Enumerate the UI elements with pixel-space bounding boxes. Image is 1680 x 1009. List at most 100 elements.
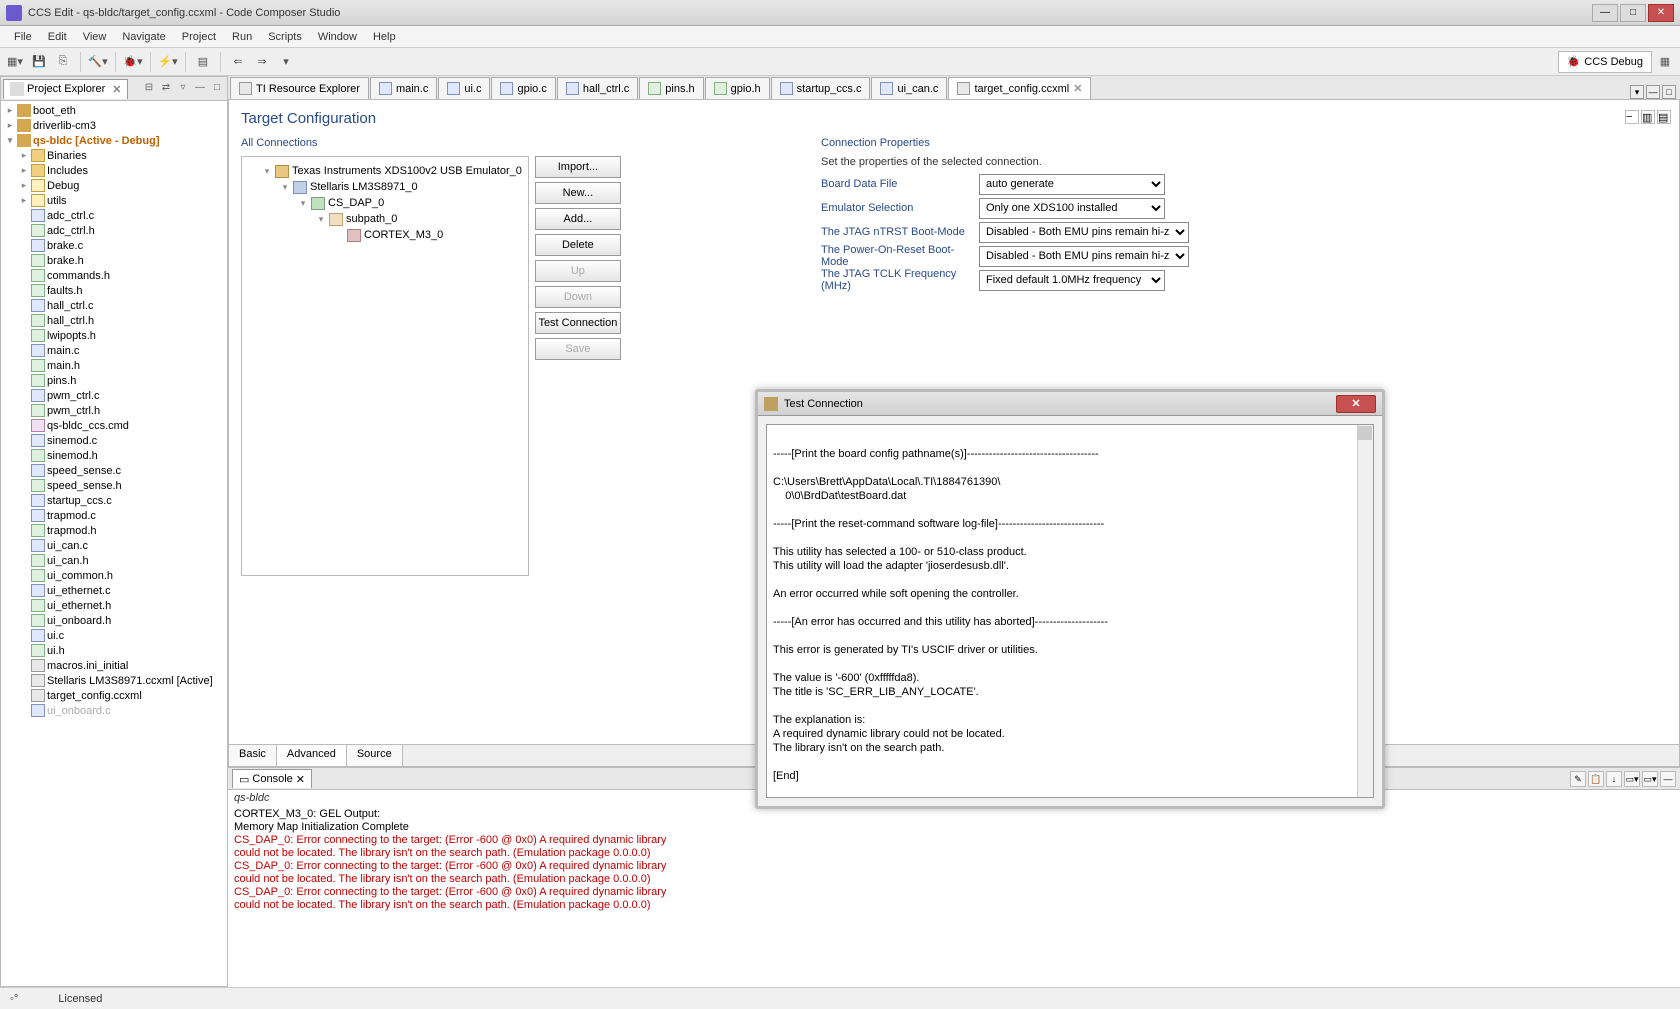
- tab-max-icon[interactable]: □: [1662, 85, 1676, 99]
- add-button[interactable]: Add...: [535, 208, 621, 230]
- save-all-button[interactable]: ⎘: [52, 51, 74, 73]
- editor-tab[interactable]: ui.c: [438, 77, 490, 99]
- perspective-switch[interactable]: ▦: [1654, 51, 1676, 73]
- tree-item[interactable]: ▸boot_eth: [3, 103, 225, 118]
- menu-help[interactable]: Help: [365, 28, 404, 46]
- dialog-close-button[interactable]: ✕: [1336, 395, 1376, 413]
- maximize-button[interactable]: □: [1620, 4, 1646, 22]
- prop-select[interactable]: Disabled - Both EMU pins remain hi-z: [979, 222, 1189, 243]
- tree-item[interactable]: ui_common.h: [3, 568, 225, 583]
- console-tool-3[interactable]: ↓: [1606, 771, 1622, 787]
- tree-item[interactable]: commands.h: [3, 268, 225, 283]
- tree-item[interactable]: ui_onboard.h: [3, 613, 225, 628]
- close-button[interactable]: ✕: [1648, 4, 1674, 22]
- editor-tab[interactable]: target_config.ccxml✕: [948, 77, 1091, 99]
- tree-item[interactable]: ui_ethernet.h: [3, 598, 225, 613]
- tree-item[interactable]: brake.h: [3, 253, 225, 268]
- menu-file[interactable]: File: [6, 28, 40, 46]
- layout-vert-icon[interactable]: ▤: [1657, 110, 1671, 124]
- build-dropdown[interactable]: 🔨▾: [87, 51, 109, 73]
- grid-button[interactable]: ▤: [192, 51, 214, 73]
- tree-item[interactable]: startup_ccs.c: [3, 493, 225, 508]
- import-button[interactable]: Import...: [535, 156, 621, 178]
- tab-console[interactable]: ▭ Console ✕: [232, 769, 312, 788]
- tree-item[interactable]: ▸driverlib-cm3: [3, 118, 225, 133]
- down-button[interactable]: Down: [535, 286, 621, 308]
- close-tab-icon[interactable]: ✕: [108, 83, 121, 96]
- up-button[interactable]: Up: [535, 260, 621, 282]
- tree-item[interactable]: sinemod.h: [3, 448, 225, 463]
- editor-tab[interactable]: startup_ccs.c: [771, 77, 871, 99]
- tree-item[interactable]: lwipopts.h: [3, 328, 225, 343]
- tree-item[interactable]: ui_ethernet.c: [3, 583, 225, 598]
- tree-item[interactable]: hall_ctrl.c: [3, 298, 225, 313]
- new-button[interactable]: New...: [535, 182, 621, 204]
- tree-item[interactable]: ▸utils: [3, 193, 225, 208]
- perspective-ccs-debug[interactable]: 🐞 CCS Debug: [1558, 51, 1652, 73]
- console-output[interactable]: CORTEX_M3_0: GEL Output:Memory Map Initi…: [228, 806, 1680, 987]
- save-button[interactable]: 💾: [28, 51, 50, 73]
- tree-item[interactable]: main.h: [3, 358, 225, 373]
- connection-tree-item[interactable]: ▾Texas Instruments XDS100v2 USB Emulator…: [248, 163, 522, 179]
- tree-item[interactable]: ui_onboard.c: [3, 703, 225, 718]
- menu-edit[interactable]: Edit: [40, 28, 75, 46]
- connection-tree-item[interactable]: ▾Stellaris LM3S8971_0: [248, 179, 522, 195]
- menu-window[interactable]: Window: [310, 28, 365, 46]
- editor-tab[interactable]: main.c: [370, 77, 437, 99]
- minimize-button[interactable]: —: [1592, 4, 1618, 22]
- link-editor-icon[interactable]: ⇄: [158, 81, 174, 97]
- console-tool-5[interactable]: ▭▾: [1642, 771, 1658, 787]
- save-button[interactable]: Save: [535, 338, 621, 360]
- connection-tree-item[interactable]: CORTEX_M3_0: [248, 227, 522, 243]
- tree-item[interactable]: ui_can.c: [3, 538, 225, 553]
- prop-select[interactable]: auto generate: [979, 174, 1165, 195]
- tree-item[interactable]: pwm_ctrl.c: [3, 388, 225, 403]
- delete-button[interactable]: Delete: [535, 234, 621, 256]
- nav-dropdown[interactable]: ▾: [275, 51, 297, 73]
- connections-tree-box[interactable]: ▾Texas Instruments XDS100v2 USB Emulator…: [241, 156, 529, 576]
- bottom-tab-advanced[interactable]: Advanced: [277, 745, 347, 766]
- menu-project[interactable]: Project: [174, 28, 224, 46]
- dialog-output[interactable]: -----[Print the board config pathname(s)…: [766, 424, 1374, 798]
- tree-item[interactable]: target_config.ccxml: [3, 688, 225, 703]
- bottom-tab-basic[interactable]: Basic: [229, 745, 277, 766]
- tree-item[interactable]: ▸Binaries: [3, 148, 225, 163]
- back-button[interactable]: ⇐: [227, 51, 249, 73]
- editor-tab[interactable]: hall_ctrl.c: [557, 77, 638, 99]
- new-dropdown[interactable]: ▦▾: [4, 51, 26, 73]
- tree-item[interactable]: pwm_ctrl.h: [3, 403, 225, 418]
- editor-tab[interactable]: ui_can.c: [871, 77, 947, 99]
- test-connection-button[interactable]: Test Connection: [535, 312, 621, 334]
- console-tool-4[interactable]: ▭▾: [1624, 771, 1640, 787]
- close-tab-icon[interactable]: ✕: [296, 773, 305, 786]
- flash-dropdown[interactable]: ⚡▾: [157, 51, 179, 73]
- collapse-icon[interactable]: −: [1625, 110, 1639, 124]
- tree-item[interactable]: pins.h: [3, 373, 225, 388]
- view-menu-icon[interactable]: ▿: [175, 81, 191, 97]
- tree-item[interactable]: ▸Includes: [3, 163, 225, 178]
- maximize-panel-icon[interactable]: □: [209, 81, 225, 97]
- tree-item[interactable]: hall_ctrl.h: [3, 313, 225, 328]
- tree-item[interactable]: Stellaris LM3S8971.ccxml [Active]: [3, 673, 225, 688]
- menu-view[interactable]: View: [75, 28, 115, 46]
- tree-item[interactable]: macros.ini_initial: [3, 658, 225, 673]
- prop-select[interactable]: Disabled - Both EMU pins remain hi-z: [979, 246, 1189, 267]
- tree-item[interactable]: faults.h: [3, 283, 225, 298]
- tree-item[interactable]: adc_ctrl.h: [3, 223, 225, 238]
- menu-run[interactable]: Run: [224, 28, 260, 46]
- tree-item[interactable]: speed_sense.h: [3, 478, 225, 493]
- tree-item[interactable]: ui.c: [3, 628, 225, 643]
- connection-tree-item[interactable]: ▾subpath_0: [248, 211, 522, 227]
- tree-item[interactable]: ▸Debug: [3, 178, 225, 193]
- editor-tab[interactable]: gpio.h: [705, 77, 770, 99]
- dialog-titlebar[interactable]: Test Connection ✕: [758, 392, 1382, 416]
- tree-item[interactable]: sinemod.c: [3, 433, 225, 448]
- tree-item[interactable]: trapmod.c: [3, 508, 225, 523]
- forward-button[interactable]: ⇒: [251, 51, 273, 73]
- tab-min-icon[interactable]: —: [1646, 85, 1660, 99]
- debug-dropdown[interactable]: 🐞▾: [122, 51, 144, 73]
- editor-tab[interactable]: pins.h: [639, 77, 703, 99]
- editor-tab[interactable]: TI Resource Explorer: [230, 77, 369, 99]
- prop-select[interactable]: Only one XDS100 installed: [979, 198, 1165, 219]
- tree-item[interactable]: brake.c: [3, 238, 225, 253]
